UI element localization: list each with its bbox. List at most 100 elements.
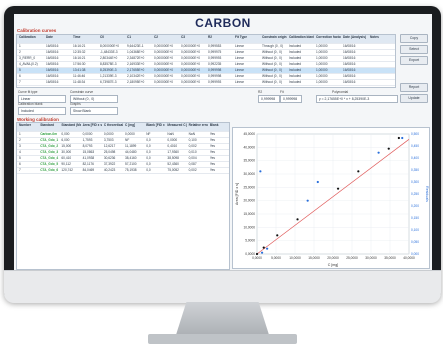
table-cell: 75,1938 (125, 168, 137, 172)
table-cell: 1,04368E+0 (127, 50, 145, 54)
x-tick-label: 15,0000 (308, 256, 320, 260)
table-cell: 0,000000E+0 (181, 68, 201, 72)
table-cell: 90,112 (61, 162, 71, 166)
table-cell: 0,000000E+0 (181, 44, 201, 48)
column-header[interactable]: Notes (368, 35, 395, 43)
column-header[interactable]: C0 (98, 35, 125, 43)
table-cell: 1,00000 (316, 50, 328, 54)
table-cell: Linear (235, 44, 244, 48)
column-header[interactable]: Standard (38, 123, 59, 131)
export-button[interactable]: Export (400, 56, 428, 65)
table-cell: 4 (19, 150, 21, 154)
table-cell: Without (0 , 0) (262, 74, 283, 78)
table-cell: Through (0 , 0) (262, 44, 284, 48)
table-cell: 11:48:34 (73, 80, 86, 84)
update-button[interactable]: Update (400, 94, 428, 103)
table-cell: 0,002 (188, 144, 197, 148)
select-button[interactable]: Select (400, 45, 428, 54)
table-cell: Linear (235, 50, 244, 54)
column-header[interactable]: Blank (208, 123, 229, 131)
column-header[interactable]: C3 (179, 35, 206, 43)
column-header[interactable]: Date (Analysis) (341, 35, 368, 43)
column-header[interactable]: Number (17, 123, 38, 131)
table-cell: 6 (19, 162, 21, 166)
table-header: Calibration Date Time C0 C1 C2 C3 R2 Fit Type Con… (17, 35, 395, 44)
r2-label: R2 (258, 90, 263, 94)
table-cell: 75,0052 (167, 168, 179, 172)
column-header[interactable]: Measured C [mg] (165, 123, 186, 131)
column-header[interactable]: Calibration (17, 35, 44, 43)
calibration-curves-panel: Calibration Date Time C0 C1 C2 C3 R2 Fit Type Con… (16, 34, 396, 88)
table-cell: 0,992235 (208, 62, 222, 66)
column-header[interactable]: Calibration blank (287, 35, 314, 43)
column-header[interactable]: C2 (152, 35, 179, 43)
table-cell: 6,73987E-3 (100, 80, 117, 84)
table-cell: 1,00000 (316, 44, 328, 48)
working-calibration-panel: NumberStandardStandard (Mass) [mg]Area [… (16, 122, 230, 270)
table-cell: 17,9360 (167, 150, 179, 154)
data-point (255, 252, 259, 256)
app-title: CARBON (195, 16, 251, 30)
polynomial-field: y = 2,17655E+0 * x + 8,25390E-3 (316, 95, 398, 103)
table-cell: Without (0 , 0) (262, 50, 283, 54)
table-cell: Without (0 , 0) (262, 56, 283, 60)
table-cell: 8,000000E+0 (100, 44, 120, 48)
table-cell: 0,0000 (103, 132, 114, 136)
table-cell: 0,000000E+0 (154, 74, 174, 78)
column-header[interactable]: Standard (Mass) [mg] (59, 123, 80, 131)
column-header[interactable]: Time (71, 35, 98, 43)
table-cell: CTA_Gdo_2 (40, 144, 59, 148)
monitor-stand (175, 302, 270, 338)
y-tick-label: 35,0000 (243, 159, 255, 163)
table-cell: Linear (235, 62, 244, 66)
report-button[interactable]: Report (400, 83, 428, 92)
table-cell: 0,0000 (82, 132, 93, 136)
table-cell: 1,7593 (82, 138, 93, 142)
table-row[interactable]: 7 16/08/16 11:48:34 6,73987E-3 2,18095E+0 0,0… (17, 80, 395, 86)
table-cell: 1,00000 (316, 56, 328, 60)
graph-select[interactable]: Show Blank (70, 107, 118, 115)
x-tick-label: 25,0000 (346, 256, 358, 260)
table-cell: 8,83578E-3 (100, 62, 117, 66)
column-header[interactable]: R2 (206, 35, 233, 43)
chart-svg: 0,0000 5,0000 10,0000 15,0000 20,0000 25,0000… (235, 132, 429, 267)
calibration-chart: 0,0000 5,0000 10,0000 15,0000 20,0000 25,0000… (232, 127, 430, 269)
table-row[interactable]: 7 CTA_Gdo_6 120,742 84,0469 40,2423 75,1938 0,… (17, 168, 229, 174)
table-cell: NF (146, 132, 151, 136)
column-header[interactable]: Constrain origin (260, 35, 287, 43)
monitor-chin (4, 270, 441, 303)
column-header[interactable]: C [mg] (123, 123, 144, 131)
copy-button[interactable]: Copy (400, 34, 428, 43)
table-cell: 16/08/16 (46, 56, 59, 60)
table-cell: 0,999993 (208, 56, 222, 60)
table-cell (368, 44, 395, 49)
blank-select[interactable]: Included (18, 107, 66, 115)
table-cell: 16:16:21 (73, 56, 86, 60)
table-cell: CTA_Gdo_1 (40, 138, 59, 142)
y2-axis-label: Residuals (425, 186, 429, 202)
data-point (262, 246, 265, 249)
column-header[interactable]: C theoretical [mg] (102, 123, 123, 131)
table-cell: 7 (19, 80, 21, 84)
table-cell: 0,010 (188, 150, 197, 154)
y2-tick-label: 0,400 (411, 156, 419, 160)
column-header[interactable]: C1 (125, 35, 152, 43)
y2-tick-label: 0,500 (411, 132, 419, 136)
table-cell: 16/08/16 (46, 50, 59, 54)
column-header[interactable]: Area [FID x s] (81, 123, 102, 131)
table-cell: 0,100 (188, 138, 197, 142)
column-header[interactable]: Blank [FID x s] (144, 123, 165, 131)
table-cell: NF (125, 138, 130, 142)
fit-value: 0,999998 (280, 95, 302, 103)
table-cell: 38,5098 (167, 156, 179, 160)
table-cell: 11:46:46 (73, 74, 86, 78)
table-cell: 1,00000 (316, 80, 328, 84)
table-cell: 0,002 (188, 168, 197, 172)
column-header[interactable]: Relative error [%] (187, 123, 208, 131)
table-cell: NaN (188, 132, 196, 136)
column-header[interactable]: Date (44, 35, 71, 43)
table-cell: 0,0 (146, 144, 151, 148)
column-header[interactable]: Fit Type (233, 35, 260, 43)
column-header[interactable]: Correction factor (314, 35, 341, 43)
table-cell: 0,000000E+0 (154, 56, 174, 60)
